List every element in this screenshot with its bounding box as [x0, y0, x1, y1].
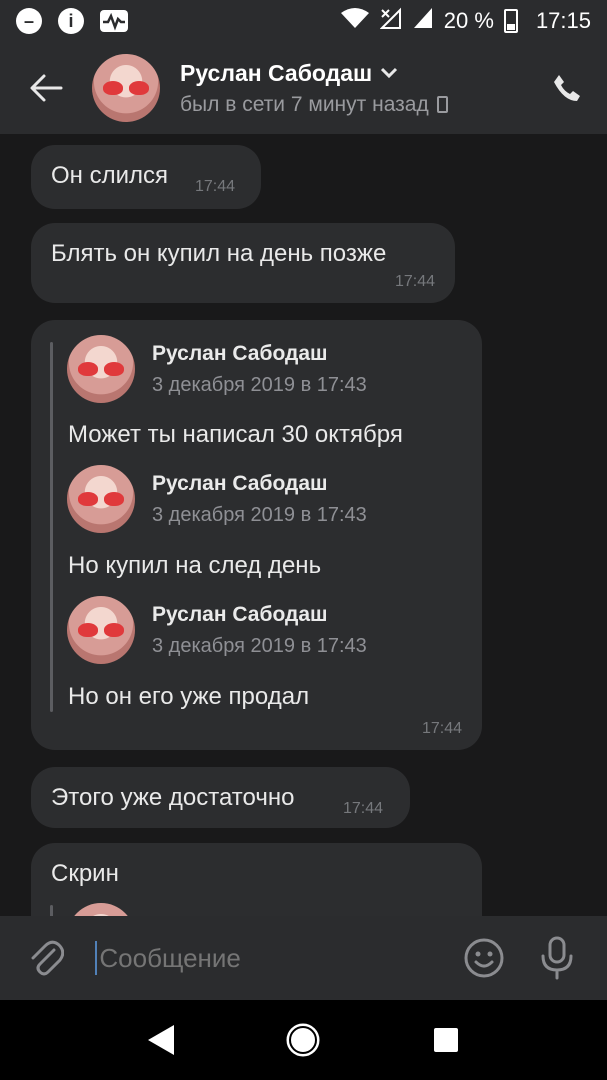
forwarded-header: Руслан Сабодаш 3 декабря 2019 в 17:43 [67, 335, 367, 403]
nav-home-button[interactable] [281, 1018, 325, 1062]
forwarded-text: Но купил на след день [68, 552, 322, 579]
battery-icon [503, 9, 518, 33]
circle-home-icon [286, 1023, 320, 1057]
contact-status: был в сети 7 минут назад [180, 92, 429, 116]
forwarded-author: Руслан Сабодаш [152, 471, 328, 495]
forwarded-header: Руслан Сабодаш 3 декабря 2019 в 17:43 [67, 596, 367, 664]
wifi-icon [340, 6, 370, 36]
message-bubble[interactable]: Скрин [31, 843, 482, 916]
message-list[interactable]: Он слился 17:44 Блять он купил на день п… [0, 134, 607, 916]
message-text: Блять он купил на день позже [51, 240, 387, 267]
forwarded-text: Может ты написал 30 октября [68, 421, 403, 448]
dnd-icon: – [16, 8, 42, 34]
forwarded-message-bubble[interactable]: Руслан Сабодаш 3 декабря 2019 в 17:43 Мо… [31, 320, 482, 750]
phone-icon [554, 75, 580, 101]
paperclip-icon [31, 940, 64, 976]
avatar [67, 335, 135, 403]
forwarded-header: Руслан Сабодаш 3 декабря 2019 в 17:43 [67, 465, 367, 533]
microphone-icon [541, 936, 573, 980]
forward-line [50, 342, 53, 712]
contact-info[interactable]: Руслан Сабодаш был в сети 7 минут назад [180, 60, 527, 117]
message-time: 17:44 [343, 800, 384, 817]
forwarded-date: 3 декабря 2019 в 17:43 [152, 503, 367, 526]
signal-icon [412, 6, 434, 36]
system-navigation-bar [0, 1000, 607, 1080]
message-bubble[interactable]: Блять он купил на день позже 17:44 [31, 223, 455, 303]
square-recents-icon [433, 1028, 458, 1052]
message-text: Этого уже достаточно [51, 784, 295, 811]
avatar [67, 596, 135, 664]
forwarded-author: Руслан Сабодаш [152, 602, 328, 626]
activity-icon [100, 10, 128, 32]
message-composer [0, 916, 607, 1000]
contact-name: Руслан Сабодаш [180, 59, 373, 86]
clock: 17:15 [535, 8, 591, 33]
triangle-back-icon [148, 1025, 175, 1055]
message-text: Скрин [51, 860, 119, 887]
message-bubble[interactable]: Он слился 17:44 [31, 145, 261, 209]
message-time: 17:44 [394, 273, 435, 290]
message-input[interactable] [99, 942, 435, 974]
signal-off-icon [379, 6, 402, 36]
forward-line [50, 905, 53, 916]
forwarded-date: 3 декабря 2019 в 17:43 [152, 373, 367, 396]
forwarded-text: Но он его уже продал [68, 683, 310, 710]
avatar [67, 465, 135, 533]
status-bar: – i 20 % 17:15 [0, 0, 607, 42]
smile-icon [464, 938, 504, 978]
chat-screen: – i 20 % 17:15 Руслан Сабодаш был в сети… [0, 0, 607, 1080]
forwarded-date: 3 декабря 2019 в 17:43 [152, 634, 367, 657]
back-button[interactable] [0, 42, 92, 134]
forwarded-author: Руслан Сабодаш [152, 341, 328, 365]
battery-percent: 20 % [443, 8, 494, 33]
mobile-device-icon [436, 96, 448, 113]
avatar[interactable] [92, 54, 160, 122]
emoji-button[interactable] [460, 934, 507, 982]
info-icon: i [58, 8, 84, 34]
nav-back-button[interactable] [139, 1018, 183, 1062]
chevron-down-icon [381, 67, 398, 79]
voice-message-button[interactable] [534, 934, 581, 982]
message-bubble[interactable]: Этого уже достаточно 17:44 [31, 767, 410, 828]
message-time: 17:44 [195, 178, 236, 195]
chat-header: Руслан Сабодаш был в сети 7 минут назад [0, 42, 607, 134]
attach-button[interactable] [26, 934, 65, 982]
nav-recents-button[interactable] [424, 1018, 468, 1062]
arrow-left-icon [30, 74, 63, 102]
message-text: Он слился [51, 162, 168, 189]
text-cursor [95, 941, 98, 975]
message-time: 17:44 [421, 720, 462, 737]
avatar [67, 903, 135, 916]
call-button[interactable] [527, 42, 607, 134]
